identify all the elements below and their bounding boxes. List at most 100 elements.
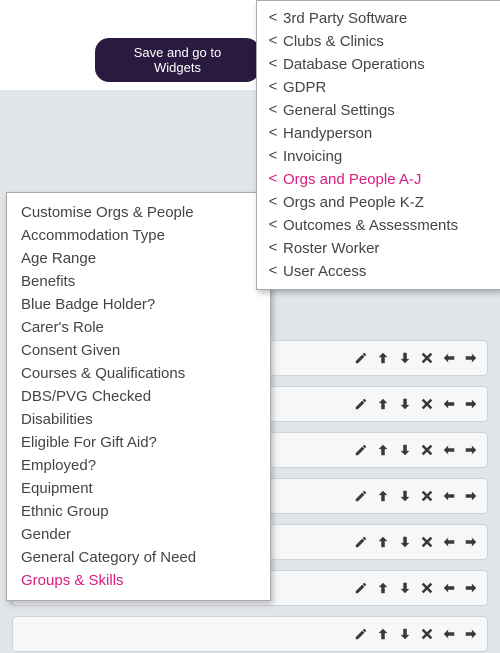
left-menu-item[interactable]: Ethnic Group: [7, 500, 270, 523]
arrow-down-icon[interactable]: [397, 580, 413, 596]
pencil-icon[interactable]: [353, 442, 369, 458]
left-menu-item[interactable]: DBS/PVG Checked: [7, 385, 270, 408]
chevron-left-icon: <: [267, 79, 279, 96]
arrow-right-icon[interactable]: [463, 534, 479, 550]
save-go-widgets-button[interactable]: Save and go to Widgets: [95, 38, 260, 82]
left-menu-item[interactable]: Eligible For Gift Aid?: [7, 431, 270, 454]
settings-row: [12, 616, 488, 652]
arrow-left-icon[interactable]: [441, 580, 457, 596]
right-menu-item[interactable]: <General Settings: [257, 99, 500, 122]
arrow-up-icon[interactable]: [375, 396, 391, 412]
arrow-right-icon[interactable]: [463, 626, 479, 642]
right-menu-item[interactable]: <Invoicing: [257, 145, 500, 168]
chevron-left-icon: <: [267, 194, 279, 211]
arrow-down-icon[interactable]: [397, 626, 413, 642]
close-icon[interactable]: [419, 488, 435, 504]
chevron-left-icon: <: [267, 263, 279, 280]
chevron-left-icon: <: [267, 125, 279, 142]
row-actions: [353, 396, 479, 412]
right-menu-item[interactable]: <3rd Party Software: [257, 7, 500, 30]
right-menu-item[interactable]: <Roster Worker: [257, 237, 500, 260]
left-menu-item[interactable]: Equipment: [7, 477, 270, 500]
right-menu-item-label: 3rd Party Software: [283, 10, 407, 27]
row-actions: [353, 626, 479, 642]
arrow-up-icon[interactable]: [375, 580, 391, 596]
arrow-right-icon[interactable]: [463, 442, 479, 458]
right-menu-item-label: Orgs and People K-Z: [283, 194, 424, 211]
pencil-icon[interactable]: [353, 580, 369, 596]
right-menu-item-label: Handyperson: [283, 125, 372, 142]
chevron-left-icon: <: [267, 148, 279, 165]
right-menu-item[interactable]: <Outcomes & Assessments: [257, 214, 500, 237]
arrow-left-icon[interactable]: [441, 442, 457, 458]
chevron-left-icon: <: [267, 33, 279, 50]
left-menu-item[interactable]: Consent Given: [7, 339, 270, 362]
left-menu-item[interactable]: Carer's Role: [7, 316, 270, 339]
right-menu-item[interactable]: <GDPR: [257, 76, 500, 99]
arrow-left-icon[interactable]: [441, 626, 457, 642]
pencil-icon[interactable]: [353, 350, 369, 366]
close-icon[interactable]: [419, 626, 435, 642]
arrow-down-icon[interactable]: [397, 488, 413, 504]
arrow-right-icon[interactable]: [463, 396, 479, 412]
pencil-icon[interactable]: [353, 396, 369, 412]
arrow-left-icon[interactable]: [441, 488, 457, 504]
close-icon[interactable]: [419, 442, 435, 458]
close-icon[interactable]: [419, 350, 435, 366]
right-menu-item[interactable]: <Orgs and People K-Z: [257, 191, 500, 214]
right-menu-item[interactable]: <Clubs & Clinics: [257, 30, 500, 53]
left-menu-item[interactable]: Courses & Qualifications: [7, 362, 270, 385]
close-icon[interactable]: [419, 534, 435, 550]
arrow-up-icon[interactable]: [375, 350, 391, 366]
right-menu-item-label: User Access: [283, 263, 366, 280]
right-menu-item-label: Clubs & Clinics: [283, 33, 384, 50]
left-menu-item[interactable]: Blue Badge Holder?: [7, 293, 270, 316]
close-icon[interactable]: [419, 580, 435, 596]
arrow-up-icon[interactable]: [375, 626, 391, 642]
close-icon[interactable]: [419, 396, 435, 412]
right-menu-item[interactable]: <Orgs and People A-J: [257, 168, 500, 191]
right-menu-item-label: Orgs and People A-J: [283, 171, 421, 188]
chevron-left-icon: <: [267, 171, 279, 188]
pencil-icon[interactable]: [353, 626, 369, 642]
right-menu-item-label: Outcomes & Assessments: [283, 217, 458, 234]
right-dropdown-menu[interactable]: <3rd Party Software<Clubs & Clinics<Data…: [256, 0, 500, 290]
arrow-right-icon[interactable]: [463, 350, 479, 366]
chevron-left-icon: <: [267, 102, 279, 119]
chevron-left-icon: <: [267, 56, 279, 73]
chevron-left-icon: <: [267, 240, 279, 257]
arrow-down-icon[interactable]: [397, 396, 413, 412]
right-menu-item[interactable]: <User Access: [257, 260, 500, 283]
right-menu-item-label: Invoicing: [283, 148, 342, 165]
right-menu-item[interactable]: <Database Operations: [257, 53, 500, 76]
arrow-right-icon[interactable]: [463, 488, 479, 504]
left-menu-item[interactable]: Disabilities: [7, 408, 270, 431]
row-actions: [353, 350, 479, 366]
row-actions: [353, 442, 479, 458]
arrow-up-icon[interactable]: [375, 442, 391, 458]
left-menu-item[interactable]: Age Range: [7, 247, 270, 270]
arrow-down-icon[interactable]: [397, 534, 413, 550]
arrow-left-icon[interactable]: [441, 534, 457, 550]
arrow-down-icon[interactable]: [397, 350, 413, 366]
arrow-down-icon[interactable]: [397, 442, 413, 458]
left-menu-item[interactable]: Groups & Skills: [7, 569, 270, 592]
row-actions: [353, 488, 479, 504]
left-menu-item[interactable]: Benefits: [7, 270, 270, 293]
left-menu-item[interactable]: Gender: [7, 523, 270, 546]
arrow-up-icon[interactable]: [375, 488, 391, 504]
chevron-left-icon: <: [267, 217, 279, 234]
arrow-up-icon[interactable]: [375, 534, 391, 550]
pencil-icon[interactable]: [353, 488, 369, 504]
left-menu-item[interactable]: Employed?: [7, 454, 270, 477]
pencil-icon[interactable]: [353, 534, 369, 550]
right-menu-item[interactable]: <Handyperson: [257, 122, 500, 145]
arrow-left-icon[interactable]: [441, 396, 457, 412]
left-menu-item[interactable]: Customise Orgs & People: [7, 201, 270, 224]
left-menu-item[interactable]: Accommodation Type: [7, 224, 270, 247]
left-menu-item[interactable]: General Category of Need: [7, 546, 270, 569]
left-dropdown-menu[interactable]: Customise Orgs & PeopleAccommodation Typ…: [6, 192, 271, 601]
arrow-left-icon[interactable]: [441, 350, 457, 366]
arrow-right-icon[interactable]: [463, 580, 479, 596]
row-actions: [353, 580, 479, 596]
